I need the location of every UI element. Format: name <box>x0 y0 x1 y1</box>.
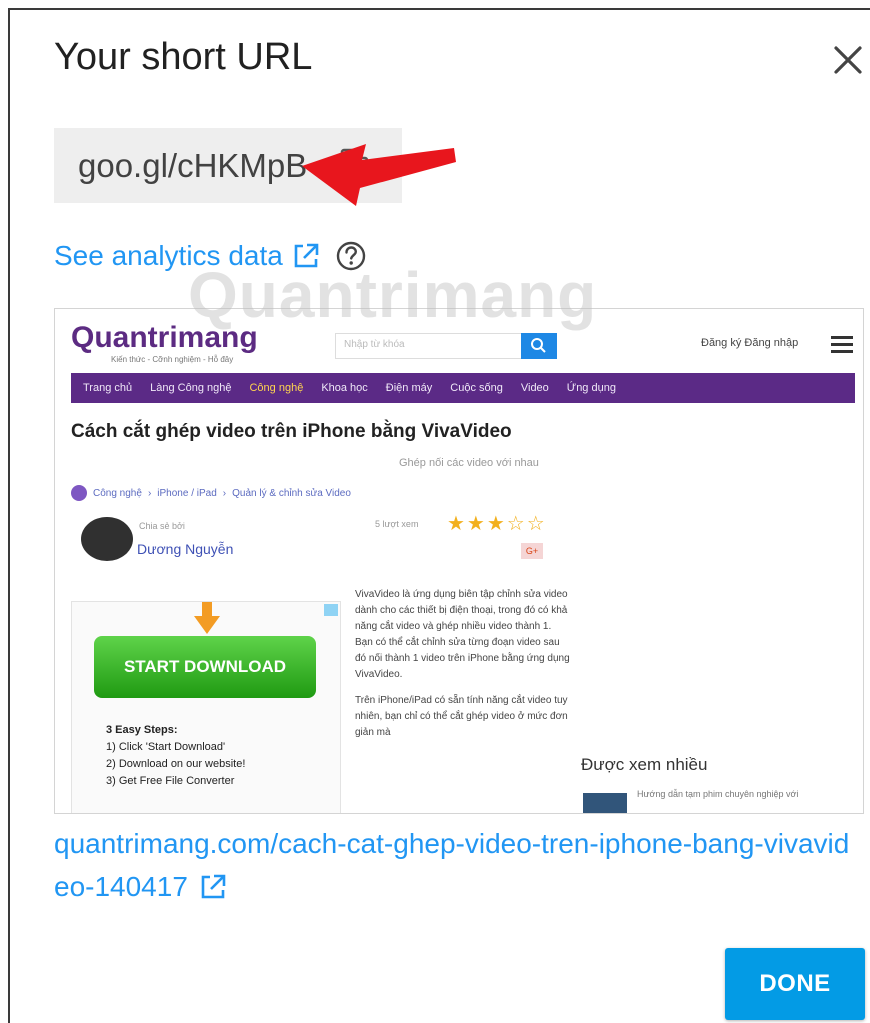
analytics-row: See analytics data <box>54 236 367 276</box>
rating-stars: ★★★☆☆ <box>447 513 547 535</box>
window-border-top <box>8 8 870 10</box>
short-url-text[interactable]: goo.gl/cHKMpB <box>78 147 307 185</box>
done-button[interactable]: DONE <box>725 948 865 1020</box>
breadcrumb-item: Quản lý & chỉnh sửa Video <box>232 487 351 499</box>
preview-nav-item: Khoa học <box>321 382 368 394</box>
preview-article-subtitle: Ghép nối các video với nhau <box>399 457 539 469</box>
preview-nav-item: Cuộc sống <box>450 382 503 394</box>
preview-article-body: VivaVideo là ứng dụng biên tập chỉnh sửa… <box>355 587 571 741</box>
download-arrow-icon <box>194 602 220 634</box>
breadcrumb-item: iPhone / iPad <box>157 487 217 499</box>
popular-heading: Được xem nhiều <box>581 755 708 774</box>
ad-steps: 3 Easy Steps: 1) Click 'Start Download' … <box>106 722 245 790</box>
ad-step: 1) Click 'Start Download' <box>106 741 226 753</box>
close-icon <box>834 46 862 74</box>
breadcrumb-item: Công nghệ <box>93 487 142 499</box>
external-link-icon[interactable] <box>198 872 228 902</box>
author-avatar <box>81 517 133 561</box>
preview-nav-item: Làng Công nghệ <box>150 382 232 394</box>
home-icon <box>71 485 87 501</box>
preview-nav-item: Trang chủ <box>83 382 133 394</box>
preview-breadcrumb: Công nghệ › iPhone / iPad › Quản lý & ch… <box>71 485 351 501</box>
preview-nav-item: Điện máy <box>385 382 433 394</box>
ad-step: 3) Get Free File Converter <box>106 775 235 787</box>
article-paragraph: VivaVideo là ứng dụng biên tập chỉnh sửa… <box>355 589 570 680</box>
preview-nav-item: Ứng dụng <box>566 382 616 394</box>
view-count: 5 lượt xem <box>375 519 419 529</box>
ad-steps-title: 3 Easy Steps: <box>106 724 178 736</box>
analytics-link[interactable]: See analytics data <box>54 240 283 272</box>
gplus-badge: G+ <box>521 543 543 559</box>
preview-search-placeholder: Nhập từ khóa <box>344 339 405 350</box>
author-tag: Chia sẻ bởi <box>139 521 185 531</box>
help-icon[interactable] <box>335 240 367 272</box>
ad-download-button: START DOWNLOAD <box>94 636 316 698</box>
preview-nav-item: Video <box>520 382 549 394</box>
dialog-title: Your short URL <box>54 36 313 78</box>
window-border-left <box>8 8 10 1023</box>
ad-step: 2) Download on our website! <box>106 758 246 770</box>
page-preview[interactable]: Quantrimang Kiến thức - Cỡnh nghiệm - Hỗ… <box>54 308 864 814</box>
ad-choices-icon <box>324 604 338 616</box>
preview-nav-item-active: Công nghệ <box>249 382 304 394</box>
preview-article-title: Cách cắt ghép video trên iPhone bằng Viv… <box>71 421 512 442</box>
hamburger-menu-icon <box>831 336 853 353</box>
breadcrumb-separator: › <box>222 487 227 499</box>
long-url-link[interactable]: quantrimang.com/cach-cat-ghep-video-tren… <box>54 822 862 908</box>
popular-item: Hướng dẫn tạm phim chuyên nghiệp với <box>637 789 799 799</box>
breadcrumb-separator: › <box>147 487 152 499</box>
preview-search-button <box>521 333 557 359</box>
close-button[interactable] <box>824 38 870 86</box>
external-link-icon[interactable] <box>291 241 321 271</box>
preview-logo: Quantrimang <box>71 321 258 354</box>
article-paragraph: Trên iPhone/iPad có sẵn tính năng cắt vi… <box>355 695 568 738</box>
author-name: Dương Nguyễn <box>137 541 234 557</box>
search-icon <box>531 338 546 353</box>
annotation-arrow <box>302 144 456 206</box>
preview-nav-bar: Trang chủ Làng Công nghệ Công nghệ Khoa … <box>71 373 855 403</box>
preview-ad-banner: START DOWNLOAD 3 Easy Steps: 1) Click 'S… <box>71 601 341 813</box>
preview-logo-tagline: Kiến thức - Cỡnh nghiệm - Hỗ đây <box>111 355 234 364</box>
popular-thumbnail <box>583 793 627 813</box>
preview-auth-links: Đăng ký Đăng nhập <box>701 337 799 349</box>
